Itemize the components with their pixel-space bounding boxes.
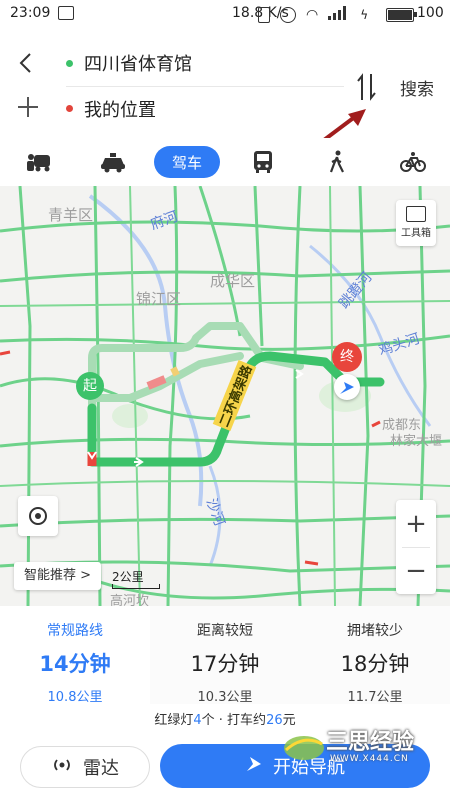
map-label-gaohe: 高河坎	[110, 594, 150, 606]
alarm-icon	[280, 7, 296, 23]
map-scale: 2公里	[112, 570, 144, 584]
route-option-3[interactable]: 拥堵较少 18分钟 11.7公里	[300, 606, 450, 705]
start-marker[interactable]: 起	[76, 372, 104, 400]
destination-dot	[66, 105, 73, 112]
travel-mode-bar: 驾车	[0, 138, 450, 186]
origin-field[interactable]: 四川省体育馆	[84, 50, 192, 76]
radar-icon	[51, 757, 73, 778]
map-label-qingyang: 青羊区	[48, 206, 94, 224]
map-label-linjia: 林家大堰	[390, 434, 443, 449]
route-options: 常规路线 14分钟 10.8公里 距离较短 17分钟 10.3公里 拥堵较少 1…	[0, 606, 450, 705]
origin-dot	[66, 60, 73, 67]
chevron-left-icon[interactable]	[16, 48, 36, 78]
signal-icon	[328, 6, 350, 24]
radar-button[interactable]: 雷达	[20, 746, 150, 788]
map-view[interactable]: 青羊区 府河 成华区 锦江区 跳蹬河 鸡头河 二环高架路 成都东 林家大堰 沙河…	[0, 186, 450, 606]
navigation-arrow-icon	[245, 755, 263, 778]
taxi-icon[interactable]	[88, 146, 138, 178]
search-button[interactable]: 搜索	[400, 75, 434, 100]
end-marker[interactable]: 终	[332, 342, 362, 372]
watermark-leaf-icon	[284, 736, 324, 760]
wifi-icon: ◠	[306, 7, 319, 23]
taxi-share-icon[interactable]	[14, 146, 64, 178]
map-label-chenghua: 成华区	[210, 272, 256, 290]
zoom-in-button[interactable]: +	[396, 500, 436, 547]
toolbox-icon	[406, 206, 426, 222]
charging-icon: ϟ	[360, 8, 369, 22]
notification-icon	[58, 6, 74, 20]
swap-vertical-icon[interactable]	[356, 72, 378, 102]
status-time: 23:09	[10, 5, 51, 21]
route-input-header: 四川省体育馆 我的位置 搜索	[0, 28, 450, 160]
toolbox-button[interactable]: 工具箱	[396, 200, 436, 246]
watermark-logo: 三思经验 WWW.X444.CN	[282, 722, 442, 774]
route-option-2[interactable]: 距离较短 17分钟 10.3公里	[150, 606, 300, 705]
my-location-icon	[334, 374, 360, 400]
bus-icon[interactable]	[238, 146, 288, 178]
map-label-jinjiang: 锦江区	[136, 290, 182, 308]
walk-icon[interactable]	[312, 146, 362, 178]
vibrate-icon	[258, 7, 270, 23]
smart-recommend-button[interactable]: 智能推荐 >	[14, 562, 102, 590]
plus-icon[interactable]	[16, 95, 40, 125]
zoom-control: + −	[396, 500, 436, 594]
status-bar: 23:09 18.8 K/s ◠ ϟ 100	[0, 0, 450, 28]
scale-bar	[112, 584, 160, 589]
locate-icon[interactable]	[18, 496, 58, 536]
tab-drive[interactable]: 驾车	[154, 146, 220, 178]
bike-icon[interactable]	[388, 146, 438, 178]
zoom-out-button[interactable]: −	[396, 547, 436, 594]
route-option-1[interactable]: 常规路线 14分钟 10.8公里	[0, 606, 150, 705]
battery-level: 100	[417, 5, 444, 21]
destination-field[interactable]: 我的位置	[84, 96, 156, 122]
battery-icon	[386, 8, 417, 22]
